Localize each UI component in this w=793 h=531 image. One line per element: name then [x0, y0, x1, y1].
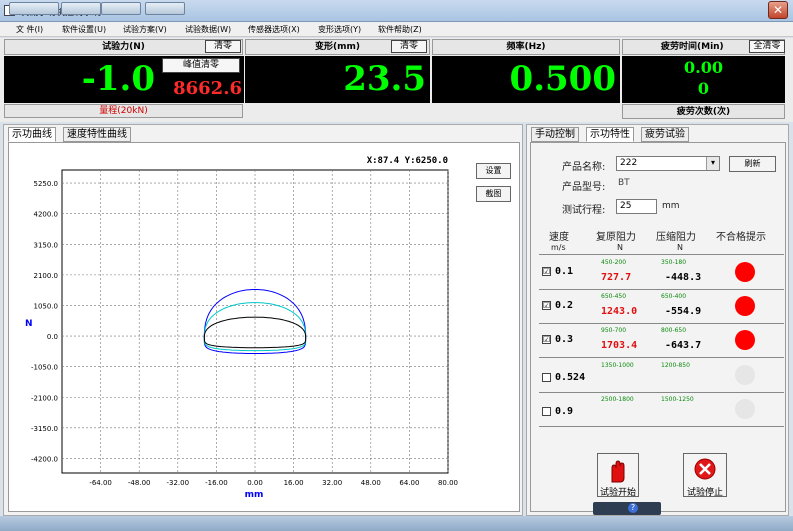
stop-test-button[interactable]: 试验停止	[683, 453, 727, 498]
status-indicator	[735, 399, 755, 419]
speed-value: 0.524	[555, 372, 586, 383]
speed-checkbox[interactable]	[542, 373, 551, 382]
y-tick-label: 4200.0	[34, 211, 59, 219]
unit-compress: N	[677, 243, 683, 252]
y-tick-label: 0.0	[47, 333, 58, 341]
x-tick-label: 0.00	[247, 479, 263, 487]
compress-range: 1500-1250	[661, 396, 694, 403]
compress-range: 650-400	[661, 293, 687, 300]
x-tick-label: 64.00	[399, 479, 419, 487]
stroke-input[interactable]: 25	[616, 199, 657, 214]
taskbar-doc-button[interactable]	[145, 2, 185, 15]
unit-speed: m/s	[551, 243, 566, 252]
x-tick-label: 80.00	[438, 479, 458, 487]
hand-icon	[611, 460, 625, 483]
rebound-value: 727.7	[601, 272, 632, 283]
speed-checkbox[interactable]	[542, 407, 551, 416]
y-tick-label: 1050.0	[34, 302, 59, 310]
table-divider	[539, 254, 784, 255]
x-tick-label: -16.00	[205, 479, 228, 487]
tab-fatigue[interactable]: 疲劳试验	[641, 127, 689, 142]
status-indicator	[735, 330, 755, 350]
start-test-button[interactable]: 试验开始	[597, 453, 639, 498]
product-name-label: 产品名称:	[562, 162, 606, 173]
product-model-value: BT	[618, 178, 630, 188]
language-bar[interactable]: ?	[593, 502, 661, 515]
help-icon[interactable]: ?	[628, 503, 638, 513]
status-indicator	[735, 296, 755, 316]
rebound-range: 2500-1800	[601, 396, 634, 403]
x-tick-label: -32.00	[167, 479, 190, 487]
compress-range: 800-650	[661, 327, 687, 334]
speed-checkbox[interactable]: ☑	[542, 301, 551, 310]
table-row: ☑ 0.3 950-700 800-650 1703.4 -643.7	[539, 324, 784, 358]
rebound-value: 1703.4	[601, 340, 638, 351]
stroke-unit: mm	[662, 201, 680, 211]
speed-checkbox[interactable]: ☑	[542, 335, 551, 344]
status-indicator	[735, 365, 755, 385]
compress-range: 350-180	[661, 259, 687, 266]
y-tick-label: -1050.0	[31, 364, 58, 372]
speed-checkbox[interactable]: ☑	[542, 267, 551, 276]
col-status: 不合格提示	[716, 232, 766, 243]
chevron-down-icon[interactable]: ▾	[706, 157, 719, 170]
rebound-range: 1350-1000	[601, 362, 634, 369]
stop-icon	[694, 458, 716, 480]
rebound-range: 450-200	[601, 259, 627, 266]
chart-grid	[61, 169, 449, 474]
x-tick-label: 32.00	[322, 479, 342, 487]
speed-value: 0.1	[555, 266, 574, 277]
compress-value: -448.3	[665, 272, 702, 283]
taskbar-window-button[interactable]	[101, 2, 141, 15]
stop-test-label: 试验停止	[686, 488, 723, 498]
compress-value: -643.7	[665, 340, 702, 351]
y-tick-label: -3150.0	[31, 425, 58, 433]
rebound-range: 650-450	[601, 293, 627, 300]
col-speed: 速度	[549, 232, 569, 243]
speed-value: 0.2	[555, 300, 574, 311]
col-compress: 压缩阻力	[656, 232, 696, 243]
compress-value: -554.9	[665, 306, 702, 317]
table-row: 0.9 2500-1800 1500-1250	[539, 393, 784, 427]
taskbar-app-button[interactable]	[61, 2, 101, 15]
tab-manual[interactable]: 手动控制	[531, 127, 579, 142]
x-tick-label: 48.00	[361, 479, 381, 487]
taskbar	[0, 516, 793, 531]
table-row: ☑ 0.2 650-450 650-400 1243.0 -554.9	[539, 290, 784, 324]
chart-ylabel: N	[25, 319, 33, 329]
y-tick-label: 3150.0	[34, 241, 59, 249]
tab-characteristics[interactable]: 示功特性	[586, 127, 634, 142]
y-tick-label: 5250.0	[34, 180, 59, 188]
y-tick-label: 2100.0	[34, 272, 59, 280]
y-tick-label: -4200.0	[31, 455, 58, 463]
col-rebound: 复原阻力	[596, 232, 636, 243]
rebound-value: 1243.0	[601, 306, 638, 317]
product-model-label: 产品型号:	[562, 182, 606, 193]
y-tick-label: -2100.0	[31, 394, 58, 402]
speed-value: 0.3	[555, 334, 574, 345]
product-name-select[interactable]: 222 ▾	[616, 156, 720, 171]
rebound-range: 950-700	[601, 327, 627, 334]
product-name-value: 222	[620, 158, 638, 168]
status-indicator	[735, 262, 755, 282]
chart-xlabel: mm	[245, 490, 264, 500]
table-row: ☑ 0.1 450-200 350-180 727.7 -448.3	[539, 256, 784, 290]
chart-readout: X:87.4 Y:6250.0	[367, 156, 448, 166]
speed-value: 0.9	[555, 406, 574, 417]
start-test-label: 试验开始	[599, 488, 636, 498]
x-tick-label: 16.00	[284, 479, 304, 487]
x-tick-label: -64.00	[89, 479, 112, 487]
unit-rebound: N	[617, 243, 623, 252]
table-row: 0.524 1350-1000 1200-850	[539, 359, 784, 393]
stroke-label: 测试行程:	[562, 205, 606, 216]
refresh-button[interactable]: 刷新	[729, 156, 776, 172]
x-tick-label: -48.00	[128, 479, 151, 487]
compress-range: 1200-850	[661, 362, 690, 369]
taskbar-folder-button[interactable]	[9, 2, 59, 15]
